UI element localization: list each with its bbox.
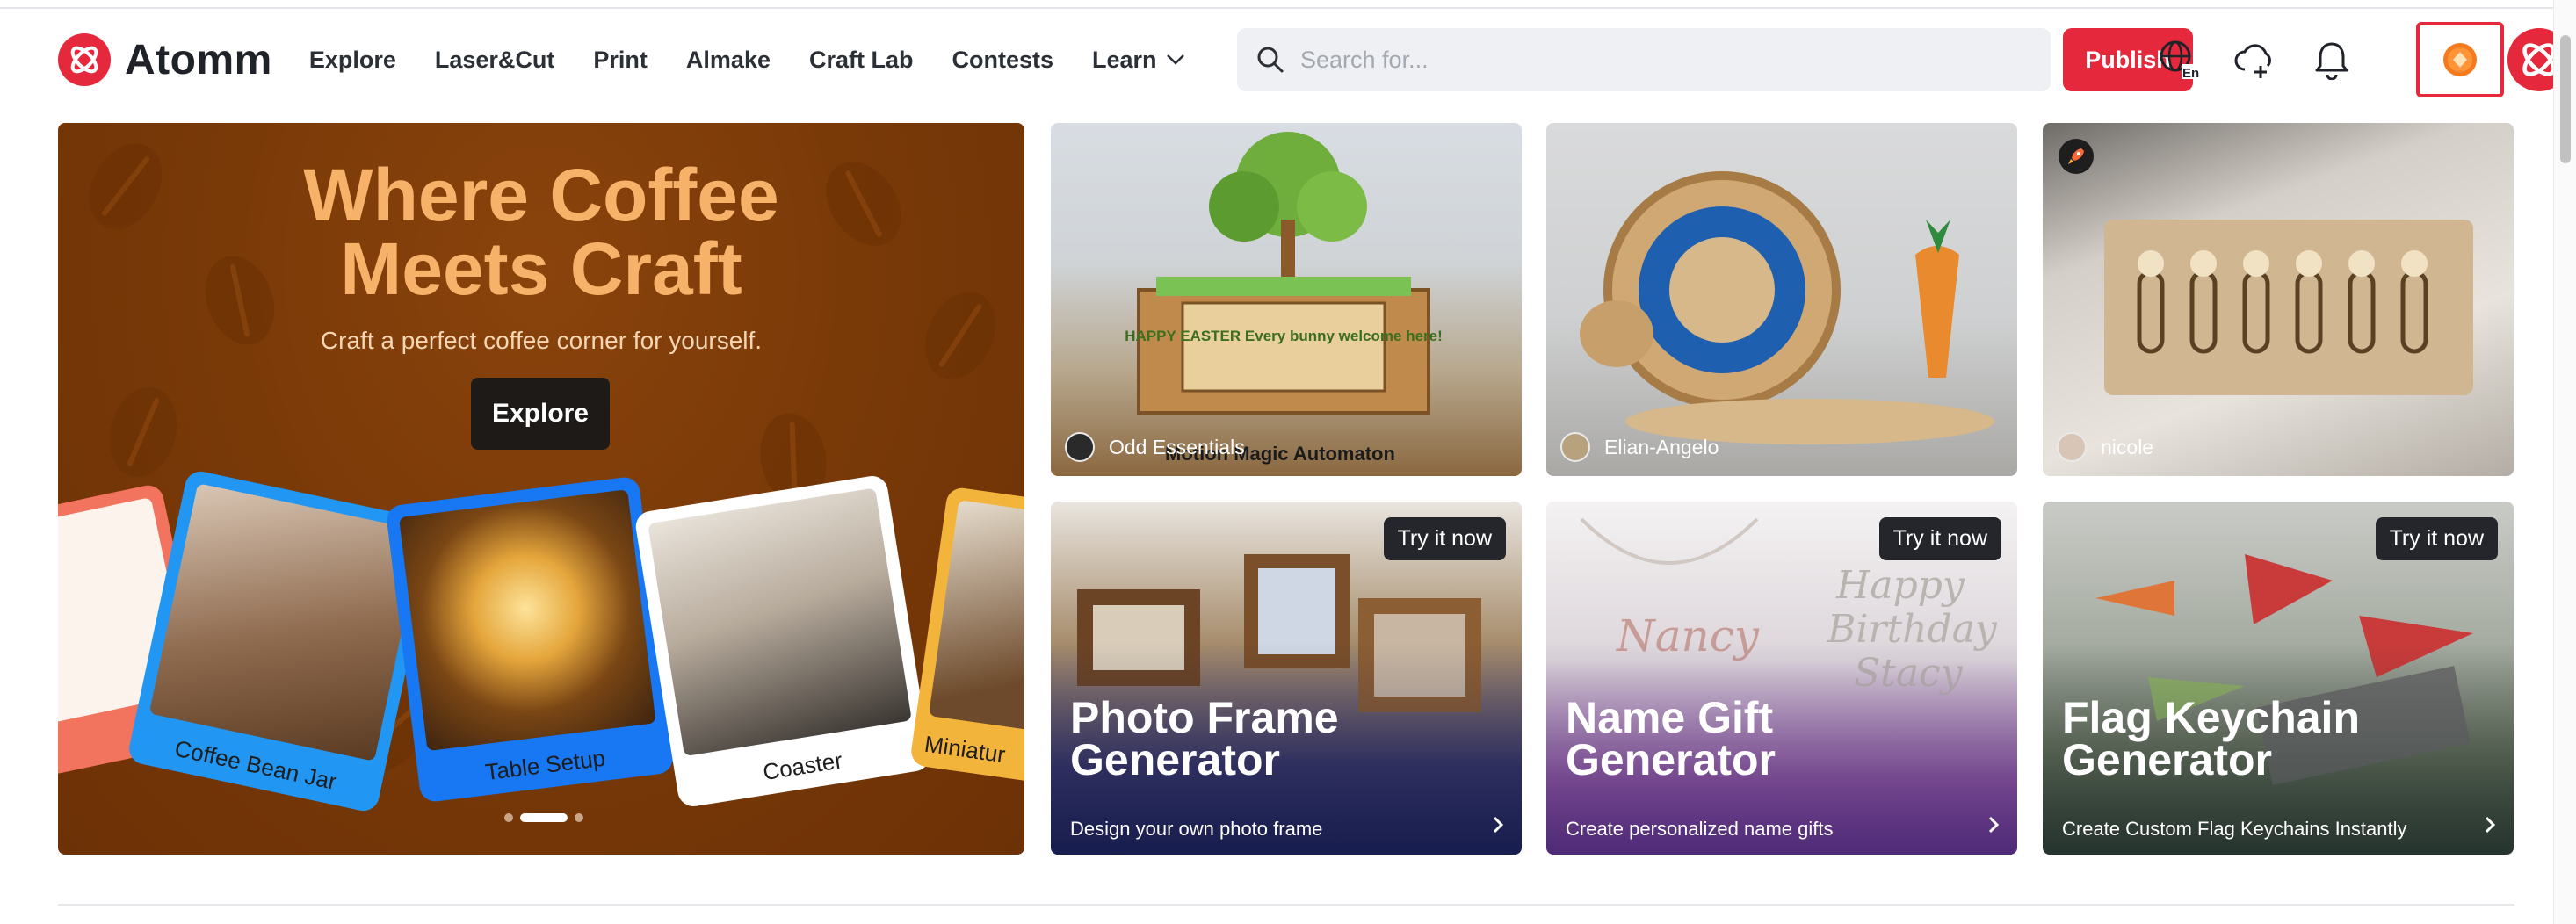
banner-title: Where Coffee Meets Craft xyxy=(58,158,1024,306)
project-author[interactable]: nicole xyxy=(2057,432,2153,462)
generator-title: Flag Keychain Generator xyxy=(2062,693,2360,784)
generator-subtitle: Design your own photo frame xyxy=(1070,818,1323,840)
nav-learn-label: Learn xyxy=(1092,46,1157,73)
section-divider xyxy=(58,904,2514,906)
nav-craft-lab[interactable]: Craft Lab xyxy=(809,47,914,74)
project-card[interactable]: Elian-Angelo xyxy=(1546,123,2017,476)
generator-title: Photo Frame Generator xyxy=(1070,693,1339,784)
chevron-right-icon xyxy=(2484,813,2496,841)
project-author[interactable]: Elian-Angelo xyxy=(1560,432,1719,462)
site-header: Atomm Explore Laser&Cut Print Almake Cra… xyxy=(58,18,2571,102)
nav-print[interactable]: Print xyxy=(593,47,648,74)
generator-title-line1: Photo Frame xyxy=(1070,693,1339,742)
carousel-pagination xyxy=(504,813,583,822)
project-card[interactable]: nicole xyxy=(2043,123,2514,476)
generator-title-line2: Generator xyxy=(1070,735,1280,784)
author-avatar xyxy=(1065,432,1095,462)
search-input[interactable] xyxy=(1300,46,2021,74)
nav-learn[interactable]: Learn xyxy=(1092,47,1185,74)
nav-laser-cut[interactable]: Laser&Cut xyxy=(435,47,555,74)
language-badge: En xyxy=(2182,66,2199,81)
project-thumbnail: HAPPY EASTER Every bunny welcome here! xyxy=(1125,132,1443,415)
try-it-now-badge[interactable]: Try it now xyxy=(1383,517,1506,560)
banner-subtitle: Craft a perfect coffee corner for yourse… xyxy=(320,327,763,354)
chevron-right-icon xyxy=(1492,813,1504,841)
project-thumbnail xyxy=(2104,220,2473,395)
author-name: nicole xyxy=(2101,435,2154,458)
author-name: Elian-Angelo xyxy=(1604,435,1719,458)
bell-icon[interactable] xyxy=(2311,39,2353,81)
generator-subtitle: Create personalized name gifts xyxy=(1566,818,1834,840)
generator-title-line2: Generator xyxy=(2062,735,2272,784)
card-photo xyxy=(648,487,912,757)
author-avatar xyxy=(2057,432,2087,462)
try-it-now-badge[interactable]: Try it now xyxy=(2375,517,2498,560)
add-cloud-icon[interactable] xyxy=(2233,39,2276,81)
search-bar[interactable] xyxy=(1237,28,2051,91)
banner-explore-button[interactable]: Explore xyxy=(471,378,610,450)
carousel-card[interactable]: Table Setup xyxy=(385,475,675,804)
points-icon xyxy=(2443,43,2477,76)
banner-title-line1: Where Coffee xyxy=(303,154,779,236)
project-thumbnail xyxy=(1580,171,1994,444)
generator-title-line1: Flag Keychain xyxy=(2062,693,2360,742)
author-name: Odd Essentials xyxy=(1109,435,1245,458)
sign-text: HAPPY EASTER Every bunny welcome here! xyxy=(1125,328,1443,344)
atomm-logo-icon xyxy=(58,33,111,86)
search-icon xyxy=(1257,47,1284,73)
try-it-now-badge[interactable]: Try it now xyxy=(1878,517,2001,560)
project-card[interactable]: HAPPY EASTER Every bunny welcome here! M… xyxy=(1051,123,1522,476)
carousel-card[interactable]: Coaster xyxy=(633,473,932,809)
banner-title-line2: Meets Craft xyxy=(340,227,742,310)
project-author[interactable]: Odd Essentials xyxy=(1065,432,1245,462)
language-icon[interactable]: En xyxy=(2158,39,2200,81)
nav-explore[interactable]: Explore xyxy=(309,47,396,74)
generator-card-flag-keychain[interactable]: Try it now Flag Keychain Generator Creat… xyxy=(2043,502,2514,855)
coffee-bean-decoration xyxy=(99,379,187,485)
scrollbar-thumb[interactable] xyxy=(2560,35,2571,163)
nav-almake[interactable]: Almake xyxy=(686,47,771,74)
generator-card-photo-frame[interactable]: Try it now Photo Frame Generator Design … xyxy=(1051,502,1522,855)
generator-subtitle: Create Custom Flag Keychains Instantly xyxy=(2062,818,2407,840)
generator-title: Name Gift Generator xyxy=(1566,693,1776,784)
card-caption: Miniatur xyxy=(923,730,1008,769)
carousel-dot[interactable] xyxy=(504,813,513,822)
generator-card-name-gift[interactable]: Nancy Happy Birthday Stacy Try it now Na… xyxy=(1546,502,2017,855)
hero-banner[interactable]: Where Coffee Meets Craft Craft a perfect… xyxy=(58,123,1024,855)
carousel-dot-active[interactable] xyxy=(520,813,568,822)
generator-title-line1: Name Gift xyxy=(1566,693,1774,742)
points-button[interactable] xyxy=(2416,22,2504,97)
chevron-right-icon xyxy=(1987,813,2000,841)
author-avatar xyxy=(1560,432,1590,462)
main-nav: Explore Laser&Cut Print Almake Craft Lab… xyxy=(309,47,1224,74)
browser-top-edge xyxy=(0,0,2576,9)
card-photo xyxy=(398,489,656,752)
carousel-card[interactable]: Miniatur xyxy=(908,486,1024,797)
nav-contests[interactable]: Contests xyxy=(952,47,1054,74)
generator-title-line2: Generator xyxy=(1566,735,1776,784)
card-photo xyxy=(928,500,1024,745)
logo[interactable]: Atomm xyxy=(58,33,272,86)
card-photo xyxy=(148,483,423,762)
carousel-dot[interactable] xyxy=(575,813,583,822)
brand-name: Atomm xyxy=(125,36,272,83)
chevron-down-icon xyxy=(1166,54,1184,65)
page-scrollbar[interactable] xyxy=(2553,0,2576,924)
